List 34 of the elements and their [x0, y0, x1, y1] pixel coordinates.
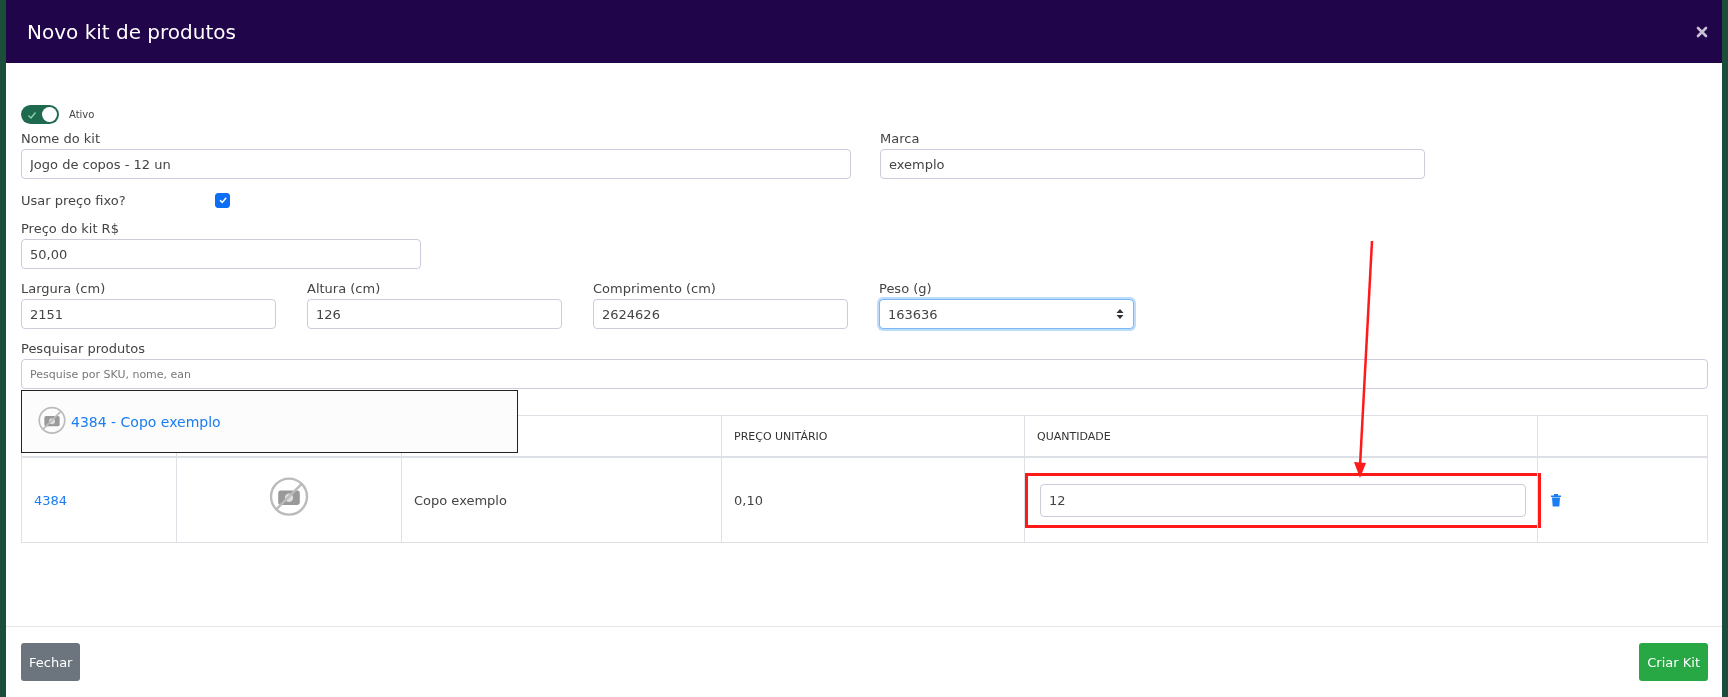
suggestion-link[interactable]: 4384 - Copo exemplo [71, 413, 221, 430]
dimension-field[interactable]: 126 [307, 299, 562, 329]
checkbox-label: Usar preço fixo? [21, 192, 127, 208]
field-label: Altura (cm) [307, 281, 382, 296]
field-label: Largura (cm) [21, 281, 107, 296]
field-label: Preço do kit R$ [21, 221, 120, 236]
table-cell: Copo exemplo [414, 492, 507, 508]
check-icon [217, 195, 228, 205]
close-icon[interactable] [1696, 25, 1708, 38]
column-header: PREÇO UNITÁRIO [734, 429, 828, 443]
table-cell: 0,10 [734, 492, 763, 508]
kit-name-field[interactable]: Jogo de copos - 12 un [21, 149, 851, 179]
product-search-field[interactable]: Pesquise por SKU, nome, ean [21, 359, 1708, 389]
fixed-price-checkbox[interactable] [215, 192, 230, 208]
field-label: Pesquisar produtos [21, 341, 147, 356]
quantity-field[interactable]: 12 [1040, 483, 1526, 517]
kit-price-field[interactable]: 50,00 [21, 239, 421, 269]
spinner-icon[interactable] [1115, 308, 1125, 320]
field-label: Marca [880, 131, 921, 146]
close-button[interactable]: Fechar [21, 643, 81, 681]
window-title: Novo kit de produtos [27, 19, 236, 44]
field-label: Nome do kit [21, 131, 102, 146]
check-icon [27, 109, 37, 120]
field-label: Peso (g) [879, 281, 933, 296]
dimension-field[interactable]: 2151 [21, 299, 276, 329]
dimension-field[interactable]: 2624626 [593, 299, 848, 329]
active-toggle[interactable] [21, 104, 59, 124]
sku-link[interactable]: 4384 [34, 492, 68, 508]
brand-field[interactable]: exemplo [880, 149, 1425, 179]
trash-icon[interactable] [1550, 493, 1562, 507]
field-label: Comprimento (cm) [593, 281, 717, 296]
column-header: QUANTIDADE [1037, 429, 1111, 443]
toggle-label: Ativo [69, 108, 95, 120]
weight-field[interactable]: 163636 [879, 299, 1134, 329]
